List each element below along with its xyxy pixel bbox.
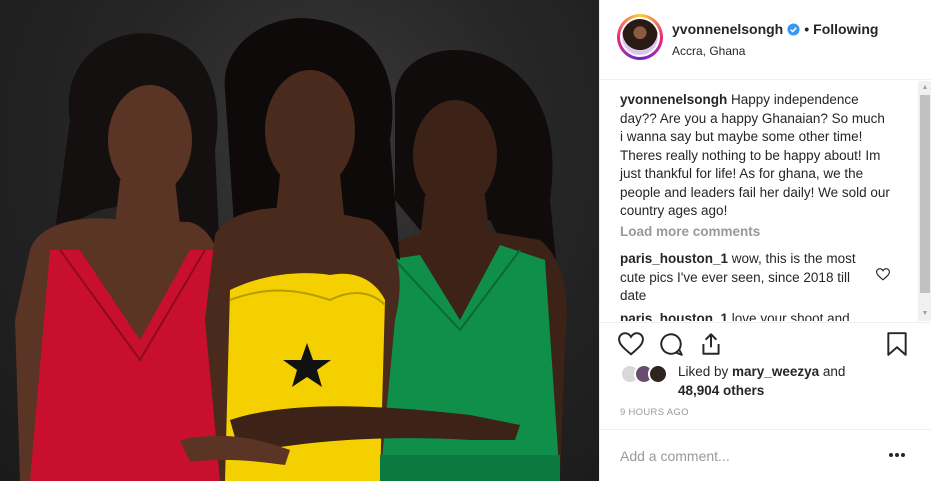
likes-and: and <box>819 364 846 379</box>
post-side-panel: yvonnenelsongh • Following Accra, Ghana … <box>599 0 931 481</box>
comment-item: paris_houston_1 love your shoot and <box>620 310 890 321</box>
scroll-down-arrow-icon[interactable]: ▼ <box>918 307 931 321</box>
comment-icon[interactable] <box>658 331 684 357</box>
author-avatar[interactable] <box>617 14 663 60</box>
add-comment-input[interactable] <box>620 446 860 466</box>
author-row: yvonnenelsongh • Following <box>672 21 878 37</box>
comment-username[interactable]: paris_houston_1 <box>620 251 728 266</box>
liker-avatar <box>648 364 668 384</box>
caption-username[interactable]: yvonnenelsongh <box>620 92 727 107</box>
separator-dot: • <box>804 21 810 37</box>
verified-badge-icon <box>787 22 800 36</box>
bookmark-icon[interactable] <box>884 331 910 357</box>
post-timestamp[interactable]: 9 HOURS AGO <box>620 407 689 418</box>
scroll-thumb[interactable] <box>920 95 930 293</box>
likes-count[interactable]: 48,904 others <box>678 383 764 398</box>
action-bar <box>600 322 931 362</box>
add-comment-bar <box>600 429 931 481</box>
author-username[interactable]: yvonnenelsongh <box>672 21 783 37</box>
comments-section: yvonnenelsongh Happy independence day?? … <box>600 81 931 321</box>
liker-avatars[interactable] <box>620 364 676 386</box>
share-icon[interactable] <box>698 331 724 357</box>
comment-username[interactable]: paris_houston_1 <box>620 311 728 321</box>
post-photo[interactable] <box>0 0 599 481</box>
avatar-image <box>622 19 658 55</box>
more-options-icon[interactable] <box>888 452 906 458</box>
location-link[interactable]: Accra, Ghana <box>672 44 745 58</box>
caption-text: Happy independence day?? Are you a happy… <box>620 92 890 218</box>
comment-text: love your shoot and <box>731 311 850 321</box>
comments-scrollbar[interactable]: ▲ ▼ <box>918 81 931 321</box>
caption: yvonnenelsongh Happy independence day?? … <box>620 91 890 221</box>
post-header: yvonnenelsongh • Following Accra, Ghana <box>600 0 931 80</box>
following-button[interactable]: Following <box>813 21 878 37</box>
load-more-comments-button[interactable]: Load more comments <box>620 224 760 239</box>
heart-icon[interactable] <box>618 331 644 357</box>
likes-summary: Liked by mary_weezya and 48,904 others <box>620 362 920 402</box>
likes-text: Liked by mary_weezya and 48,904 others <box>678 362 908 400</box>
comment-item: paris_houston_1 wow, this is the most cu… <box>620 250 870 306</box>
comment-like-heart-icon[interactable] <box>876 268 890 281</box>
liker-username[interactable]: mary_weezya <box>732 364 819 379</box>
post-photo-illustration <box>15 18 567 481</box>
scroll-up-arrow-icon[interactable]: ▲ <box>918 81 931 95</box>
likes-prefix: Liked by <box>678 364 733 379</box>
